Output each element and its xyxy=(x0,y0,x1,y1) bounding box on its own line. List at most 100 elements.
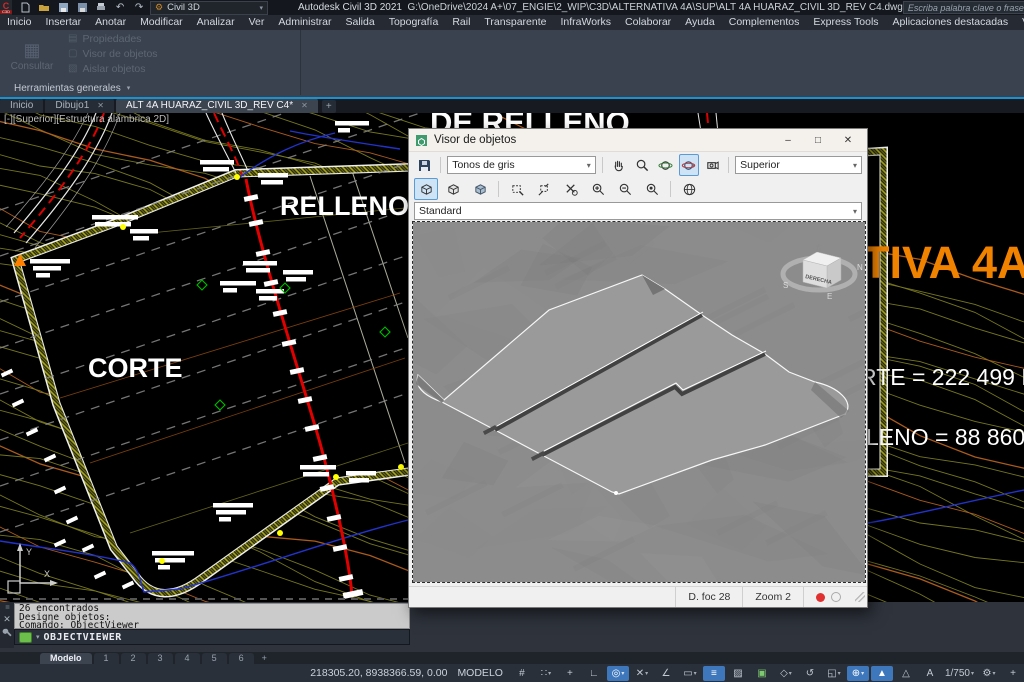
menu-tab-anotar[interactable]: Anotar xyxy=(88,15,133,30)
menu-tab-rail[interactable]: Rail xyxy=(445,15,477,30)
continuous-orbit-button[interactable] xyxy=(702,154,722,176)
zoom-out-button[interactable] xyxy=(613,178,637,200)
space-indicator[interactable]: MODELO xyxy=(457,667,503,679)
menu-tab-ver[interactable]: Ver xyxy=(242,15,272,30)
customize-button[interactable]: + xyxy=(1002,666,1024,681)
zoom-dynamic-button[interactable] xyxy=(532,178,556,200)
menu-tab-infraworks[interactable]: InfraWorks xyxy=(553,15,618,30)
free-orbit-button[interactable] xyxy=(655,154,675,176)
menu-tab-insertar[interactable]: Insertar xyxy=(39,15,89,30)
layout-tab-1[interactable]: 1 xyxy=(94,653,119,664)
set-view-button[interactable] xyxy=(677,178,701,200)
zoom-window-button[interactable] xyxy=(505,178,529,200)
menu-tab-inicio[interactable]: Inicio xyxy=(0,15,39,30)
selection-cycling-icon[interactable]: ▣ xyxy=(751,666,773,681)
command-history[interactable]: 26 encontrados Designe objetos: Comando:… xyxy=(14,603,410,629)
zoom-scale-button[interactable] xyxy=(559,178,583,200)
new-tab-button[interactable]: + xyxy=(322,100,336,113)
grid-icon[interactable]: # xyxy=(511,666,533,681)
zoom-button[interactable] xyxy=(632,154,652,176)
object-viewer-button[interactable]: ▢ Visor de objetos xyxy=(68,48,158,60)
gizmo-icon[interactable]: ⊕▾ xyxy=(847,666,869,681)
annotation-icon[interactable]: A xyxy=(919,666,941,681)
maximize-button[interactable]: □ xyxy=(805,131,831,149)
close-button[interactable]: ✕ xyxy=(835,131,861,149)
close-command-icon[interactable]: ✕ xyxy=(3,614,11,625)
zoom-extents-button[interactable] xyxy=(640,178,664,200)
menu-tab-aplicaciones-destacadas[interactable]: Aplicaciones destacadas xyxy=(886,15,1016,30)
close-tab-icon[interactable]: ✕ xyxy=(301,101,308,110)
menu-tab-colaborar[interactable]: Colaborar xyxy=(618,15,678,30)
menu-tab-modificar[interactable]: Modificar xyxy=(133,15,190,30)
minimize-button[interactable]: – xyxy=(775,131,801,149)
layout-tab-4[interactable]: 4 xyxy=(175,653,200,664)
annotation-visibility-icon[interactable]: ▲ xyxy=(871,666,893,681)
redo-icon[interactable]: ↷ xyxy=(132,2,146,14)
close-tab-icon[interactable]: ✕ xyxy=(97,101,104,110)
new-layout-button[interactable]: + xyxy=(256,653,273,663)
constrained-orbit-button[interactable] xyxy=(679,154,699,176)
file-tab[interactable]: Dibujo1✕ xyxy=(45,98,114,113)
menu-tab-salida[interactable]: Salida xyxy=(338,15,381,30)
consultar-button[interactable]: ▦ Consultar xyxy=(4,32,60,80)
command-input-row[interactable]: ▾ OBJECTVIEWER xyxy=(14,629,410,645)
polar-tracking-icon[interactable]: ◎▾ xyxy=(607,666,629,681)
wireframe-style-button[interactable] xyxy=(414,178,438,200)
plot-icon[interactable] xyxy=(94,2,108,14)
menu-tab-topografía[interactable]: Topografía xyxy=(382,15,446,30)
dynamic-ucs-icon[interactable]: ↺ xyxy=(799,666,821,681)
dialog-title-bar[interactable]: Visor de objetos – □ ✕ xyxy=(409,129,867,152)
menu-tab-vehicle-tracking[interactable]: Vehicle Tracking xyxy=(1015,15,1024,30)
autoscale-icon[interactable]: △ xyxy=(895,666,917,681)
menu-tab-express-tools[interactable]: Express Tools xyxy=(806,15,885,30)
snap-icon[interactable]: ∷▾ xyxy=(535,666,557,681)
settings-gear-icon[interactable]: ⚙▾ xyxy=(978,666,1000,681)
shaded-style-button[interactable] xyxy=(468,178,492,200)
file-tab[interactable]: Inicio xyxy=(0,98,43,113)
hidden-style-button[interactable] xyxy=(441,178,465,200)
lineweight-icon[interactable]: ≡ xyxy=(703,666,725,681)
app-logo[interactable]: C C3D xyxy=(0,0,12,15)
menu-tab-administrar[interactable]: Administrar xyxy=(271,15,338,30)
drag-grip-icon[interactable]: ≣ xyxy=(5,604,9,611)
object-snap-icon[interactable]: ▭▾ xyxy=(679,666,701,681)
save-view-button[interactable] xyxy=(414,154,434,176)
3d-osnap-icon[interactable]: ◇▾ xyxy=(775,666,797,681)
view-direction-select[interactable]: Superior▾ xyxy=(735,156,862,174)
named-style-select[interactable]: Standard▾ xyxy=(414,202,862,220)
visual-style-select[interactable]: Tonos de gris▾ xyxy=(447,156,596,174)
menu-tab-complementos[interactable]: Complementos xyxy=(722,15,807,30)
isolate-objects-button[interactable]: ▧ Aislar objetos xyxy=(68,63,158,75)
new-file-icon[interactable] xyxy=(18,2,32,14)
record-indicators[interactable] xyxy=(803,587,853,607)
transparency-icon[interactable]: ▨ xyxy=(727,666,749,681)
chevron-down-icon[interactable]: ▾ xyxy=(36,633,40,641)
menu-tab-analizar[interactable]: Analizar xyxy=(190,15,242,30)
pan-button[interactable] xyxy=(609,154,629,176)
file-tab[interactable]: ALT 4A HUARAZ_CIVIL 3D_REV C4*✕ xyxy=(116,98,318,113)
viewport-controls-label[interactable]: [-][Superior][Estructura alámbrica 2D] xyxy=(4,114,169,125)
dynamic-input-icon[interactable]: + xyxy=(559,666,581,681)
zoom-in-button[interactable] xyxy=(586,178,610,200)
menu-tab-transparente[interactable]: Transparente xyxy=(477,15,553,30)
osnap-tracking-icon[interactable]: ∠ xyxy=(655,666,677,681)
ortho-icon[interactable]: ∟ xyxy=(583,666,605,681)
annotation-scale-button[interactable]: 1/750▾ xyxy=(943,666,976,681)
isodraft-icon[interactable]: ✕▾ xyxy=(631,666,653,681)
panel-footer[interactable]: Herramientas generales ▾ xyxy=(0,81,314,95)
save-as-icon[interactable] xyxy=(75,2,89,14)
layout-tab-5[interactable]: 5 xyxy=(202,653,227,664)
undo-icon[interactable]: ↶ xyxy=(113,2,127,14)
model-tab[interactable]: Modelo xyxy=(40,653,92,664)
search-input[interactable] xyxy=(903,1,1024,14)
menu-tab-ayuda[interactable]: Ayuda xyxy=(678,15,722,30)
layout-tab-2[interactable]: 2 xyxy=(121,653,146,664)
layout-tab-6[interactable]: 6 xyxy=(229,653,254,664)
layout-tab-3[interactable]: 3 xyxy=(148,653,173,664)
wrench-icon[interactable] xyxy=(2,628,12,638)
resize-grip[interactable] xyxy=(855,592,865,602)
selection-filter-icon[interactable]: ◱▾ xyxy=(823,666,845,681)
properties-button[interactable]: ▤ Propiedades xyxy=(68,33,158,45)
open-folder-icon[interactable] xyxy=(37,2,51,14)
workspace-switcher[interactable]: ⚙ Civil 3D ▾ xyxy=(150,1,268,15)
